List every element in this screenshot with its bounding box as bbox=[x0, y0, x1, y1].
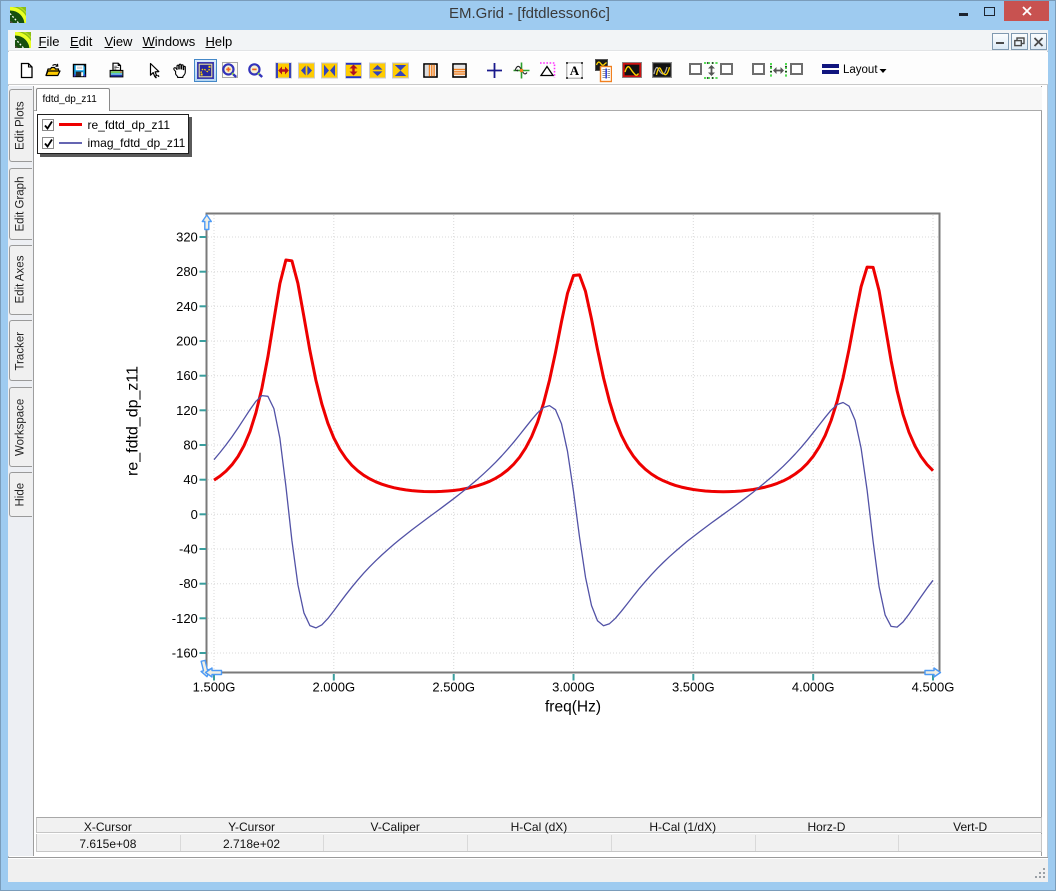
svg-text:A: A bbox=[569, 63, 579, 78]
